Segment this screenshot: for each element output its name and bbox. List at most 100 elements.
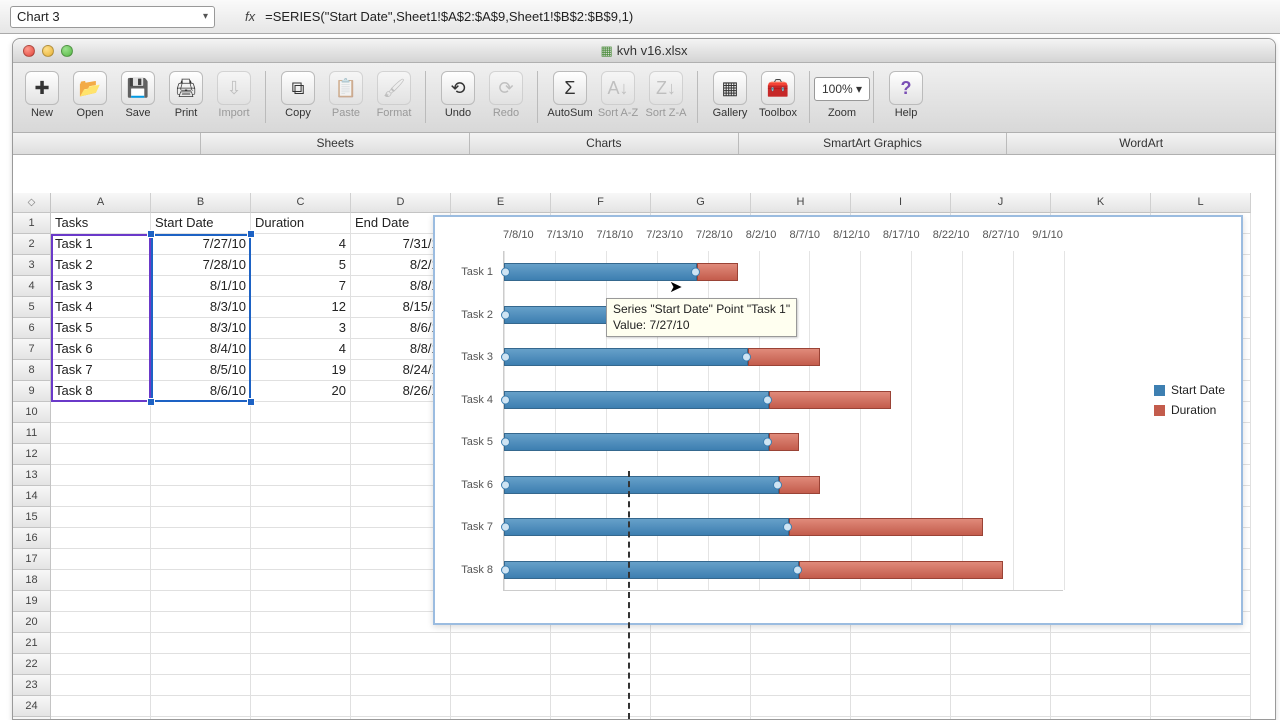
legend-item-start[interactable]: Start Date bbox=[1154, 383, 1225, 397]
row-header-4[interactable]: 4 bbox=[13, 276, 51, 297]
chart-bar-duration[interactable] bbox=[799, 561, 1003, 579]
cell-A4[interactable]: Task 3 bbox=[51, 276, 151, 297]
cell-D23[interactable] bbox=[351, 675, 451, 696]
print-button[interactable]: 🖨Print bbox=[163, 67, 209, 123]
cell-F24[interactable] bbox=[551, 696, 651, 717]
cell-C12[interactable] bbox=[251, 444, 351, 465]
cell-B7[interactable]: 8/4/10 bbox=[151, 339, 251, 360]
col-header-J[interactable]: J bbox=[951, 193, 1051, 213]
cell-A3[interactable]: Task 2 bbox=[51, 255, 151, 276]
row-header-7[interactable]: 7 bbox=[13, 339, 51, 360]
cell-A2[interactable]: Task 1 bbox=[51, 234, 151, 255]
cell-B12[interactable] bbox=[151, 444, 251, 465]
row-header-24[interactable]: 24 bbox=[13, 696, 51, 717]
row-header-23[interactable]: 23 bbox=[13, 675, 51, 696]
cell-L24[interactable] bbox=[1151, 696, 1251, 717]
cell-B2[interactable]: 7/27/10 bbox=[151, 234, 251, 255]
col-header-G[interactable]: G bbox=[651, 193, 751, 213]
chart-bar-startdate[interactable] bbox=[504, 433, 769, 451]
cell-E24[interactable] bbox=[451, 696, 551, 717]
cell-A14[interactable] bbox=[51, 486, 151, 507]
row-header-13[interactable]: 13 bbox=[13, 465, 51, 486]
cell-B19[interactable] bbox=[151, 591, 251, 612]
cell-D24[interactable] bbox=[351, 696, 451, 717]
cell-A24[interactable] bbox=[51, 696, 151, 717]
cell-B11[interactable] bbox=[151, 423, 251, 444]
row-header-3[interactable]: 3 bbox=[13, 255, 51, 276]
cell-C11[interactable] bbox=[251, 423, 351, 444]
cell-C24[interactable] bbox=[251, 696, 351, 717]
cell-A12[interactable] bbox=[51, 444, 151, 465]
row-header-14[interactable]: 14 bbox=[13, 486, 51, 507]
cell-A15[interactable] bbox=[51, 507, 151, 528]
cell-H25[interactable] bbox=[751, 717, 851, 719]
cell-C21[interactable] bbox=[251, 633, 351, 654]
chart-bar-startdate[interactable] bbox=[504, 391, 769, 409]
cell-F22[interactable] bbox=[551, 654, 651, 675]
cell-B18[interactable] bbox=[151, 570, 251, 591]
row-header-8[interactable]: 8 bbox=[13, 360, 51, 381]
cell-J25[interactable] bbox=[951, 717, 1051, 719]
cell-B10[interactable] bbox=[151, 402, 251, 423]
row-header-12[interactable]: 12 bbox=[13, 444, 51, 465]
cell-A25[interactable] bbox=[51, 717, 151, 719]
cell-A5[interactable]: Task 4 bbox=[51, 297, 151, 318]
tab-blank[interactable] bbox=[13, 133, 200, 154]
cell-A20[interactable] bbox=[51, 612, 151, 633]
chart-bar-duration[interactable] bbox=[789, 518, 982, 536]
cell-A19[interactable] bbox=[51, 591, 151, 612]
cell-A18[interactable] bbox=[51, 570, 151, 591]
cell-A22[interactable] bbox=[51, 654, 151, 675]
cell-J24[interactable] bbox=[951, 696, 1051, 717]
cell-E25[interactable] bbox=[451, 717, 551, 719]
cell-C19[interactable] bbox=[251, 591, 351, 612]
cell-B5[interactable]: 8/3/10 bbox=[151, 297, 251, 318]
chart-bar-duration[interactable] bbox=[779, 476, 820, 494]
cell-L23[interactable] bbox=[1151, 675, 1251, 696]
cell-H23[interactable] bbox=[751, 675, 851, 696]
cell-K24[interactable] bbox=[1051, 696, 1151, 717]
cell-B13[interactable] bbox=[151, 465, 251, 486]
legend-item-duration[interactable]: Duration bbox=[1154, 403, 1225, 417]
cell-C22[interactable] bbox=[251, 654, 351, 675]
cell-A21[interactable] bbox=[51, 633, 151, 654]
row-header-25[interactable]: 25 bbox=[13, 717, 51, 719]
help-button[interactable]: ?Help bbox=[883, 67, 929, 123]
cell-C25[interactable] bbox=[251, 717, 351, 719]
cell-B23[interactable] bbox=[151, 675, 251, 696]
cell-C9[interactable]: 20 bbox=[251, 381, 351, 402]
row-header-10[interactable]: 10 bbox=[13, 402, 51, 423]
row-header-15[interactable]: 15 bbox=[13, 507, 51, 528]
cell-B8[interactable]: 8/5/10 bbox=[151, 360, 251, 381]
cell-C3[interactable]: 5 bbox=[251, 255, 351, 276]
chart-bar-duration[interactable] bbox=[769, 391, 891, 409]
row-header-11[interactable]: 11 bbox=[13, 423, 51, 444]
col-header-H[interactable]: H bbox=[751, 193, 851, 213]
toolbox-button[interactable]: 🧰Toolbox bbox=[755, 67, 801, 123]
cell-A7[interactable]: Task 6 bbox=[51, 339, 151, 360]
cell-C2[interactable]: 4 bbox=[251, 234, 351, 255]
cell-C4[interactable]: 7 bbox=[251, 276, 351, 297]
chart-bar-startdate[interactable] bbox=[504, 561, 799, 579]
save-button[interactable]: 💾Save bbox=[115, 67, 161, 123]
cell-I21[interactable] bbox=[851, 633, 951, 654]
cell-D25[interactable] bbox=[351, 717, 451, 719]
chart-bar-duration[interactable] bbox=[769, 433, 800, 451]
cell-A13[interactable] bbox=[51, 465, 151, 486]
cell-K21[interactable] bbox=[1051, 633, 1151, 654]
autosum-button[interactable]: ΣAutoSum bbox=[547, 67, 593, 123]
cell-I24[interactable] bbox=[851, 696, 951, 717]
row-header-1[interactable]: 1 bbox=[13, 213, 51, 234]
cell-I25[interactable] bbox=[851, 717, 951, 719]
cell-C5[interactable]: 12 bbox=[251, 297, 351, 318]
selection-handle[interactable] bbox=[247, 230, 255, 238]
cell-B22[interactable] bbox=[151, 654, 251, 675]
col-header-B[interactable]: B bbox=[151, 193, 251, 213]
cell-H24[interactable] bbox=[751, 696, 851, 717]
cell-B9[interactable]: 8/6/10 bbox=[151, 381, 251, 402]
undo-button[interactable]: ⟲Undo bbox=[435, 67, 481, 123]
cell-A8[interactable]: Task 7 bbox=[51, 360, 151, 381]
cell-G23[interactable] bbox=[651, 675, 751, 696]
cell-C14[interactable] bbox=[251, 486, 351, 507]
row-header-18[interactable]: 18 bbox=[13, 570, 51, 591]
